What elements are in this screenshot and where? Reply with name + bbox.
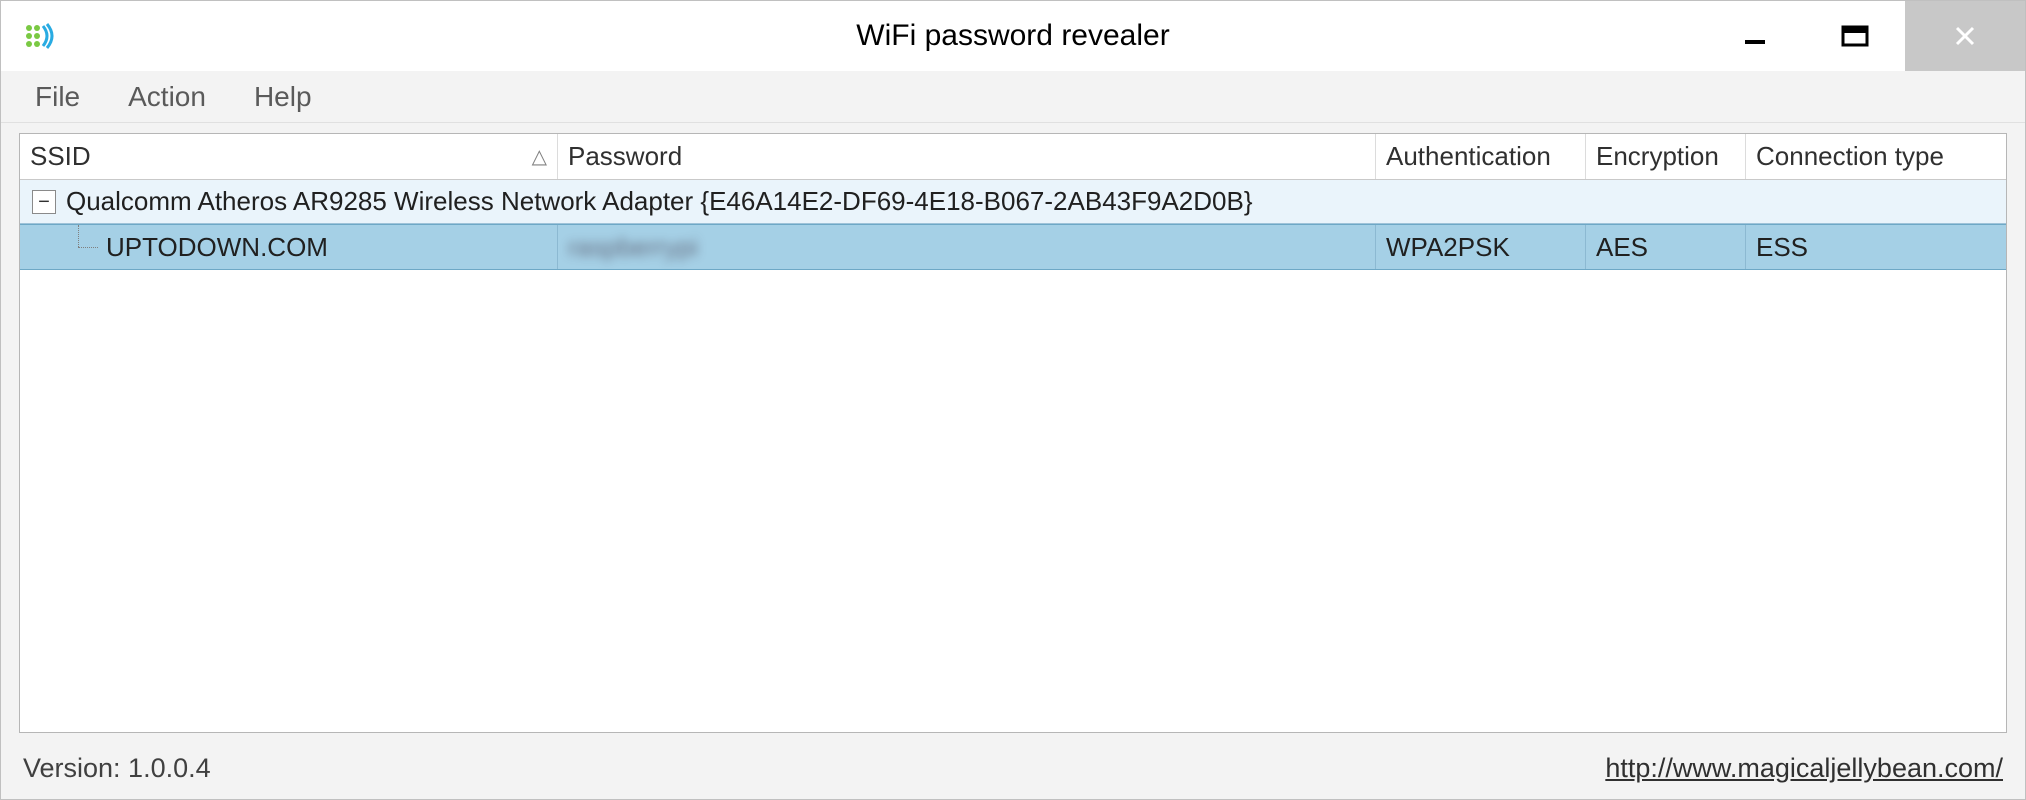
ssid-value: UPTODOWN.COM <box>106 232 328 263</box>
cell-ssid: UPTODOWN.COM <box>20 225 558 269</box>
adapter-group-label: Qualcomm Atheros AR9285 Wireless Network… <box>66 186 1253 217</box>
menubar: File Action Help <box>1 71 2025 123</box>
menu-file[interactable]: File <box>11 75 104 119</box>
column-label: Authentication <box>1386 141 1551 172</box>
app-window: WiFi password revealer File Action Help … <box>0 0 2026 800</box>
password-value: raspberrypi <box>568 232 698 263</box>
maximize-button[interactable] <box>1805 1 1905 71</box>
cell-encryption: AES <box>1586 225 1746 269</box>
wifi-grid: SSID △ Password Authentication Encryptio… <box>19 133 2007 733</box>
grid-container: SSID △ Password Authentication Encryptio… <box>1 123 2025 743</box>
column-header-connection-type[interactable]: Connection type <box>1746 134 2006 179</box>
titlebar: WiFi password revealer <box>1 1 2025 71</box>
column-header-authentication[interactable]: Authentication <box>1376 134 1586 179</box>
website-link[interactable]: http://www.magicaljellybean.com/ <box>1605 753 2003 784</box>
menu-action[interactable]: Action <box>104 75 230 119</box>
menu-help[interactable]: Help <box>230 75 336 119</box>
table-row[interactable]: UPTODOWN.COM raspberrypi WPA2PSK AES ESS <box>20 224 2006 270</box>
sort-ascending-icon: △ <box>532 144 547 169</box>
cell-authentication: WPA2PSK <box>1376 225 1586 269</box>
grid-header: SSID △ Password Authentication Encryptio… <box>20 134 2006 180</box>
column-label: SSID <box>30 141 91 172</box>
encryption-value: AES <box>1596 232 1648 263</box>
column-label: Connection type <box>1756 141 1944 172</box>
column-label: Encryption <box>1596 141 1719 172</box>
collapse-icon[interactable]: − <box>32 190 56 214</box>
app-icon <box>21 18 57 54</box>
connection-value: ESS <box>1756 232 1808 263</box>
version-label: Version: 1.0.0.4 <box>23 753 211 784</box>
column-header-password[interactable]: Password <box>558 134 1376 179</box>
cell-connection-type: ESS <box>1746 225 2006 269</box>
column-header-encryption[interactable]: Encryption <box>1586 134 1746 179</box>
minimize-button[interactable] <box>1705 1 1805 71</box>
cell-password: raspberrypi <box>558 225 1376 269</box>
column-label: Password <box>568 141 682 172</box>
adapter-group-row[interactable]: − Qualcomm Atheros AR9285 Wireless Netwo… <box>20 180 2006 224</box>
window-controls <box>1705 1 2025 71</box>
statusbar: Version: 1.0.0.4 http://www.magicaljelly… <box>1 743 2025 799</box>
auth-value: WPA2PSK <box>1386 232 1510 263</box>
close-button[interactable] <box>1905 1 2025 71</box>
column-header-ssid[interactable]: SSID △ <box>20 134 558 179</box>
